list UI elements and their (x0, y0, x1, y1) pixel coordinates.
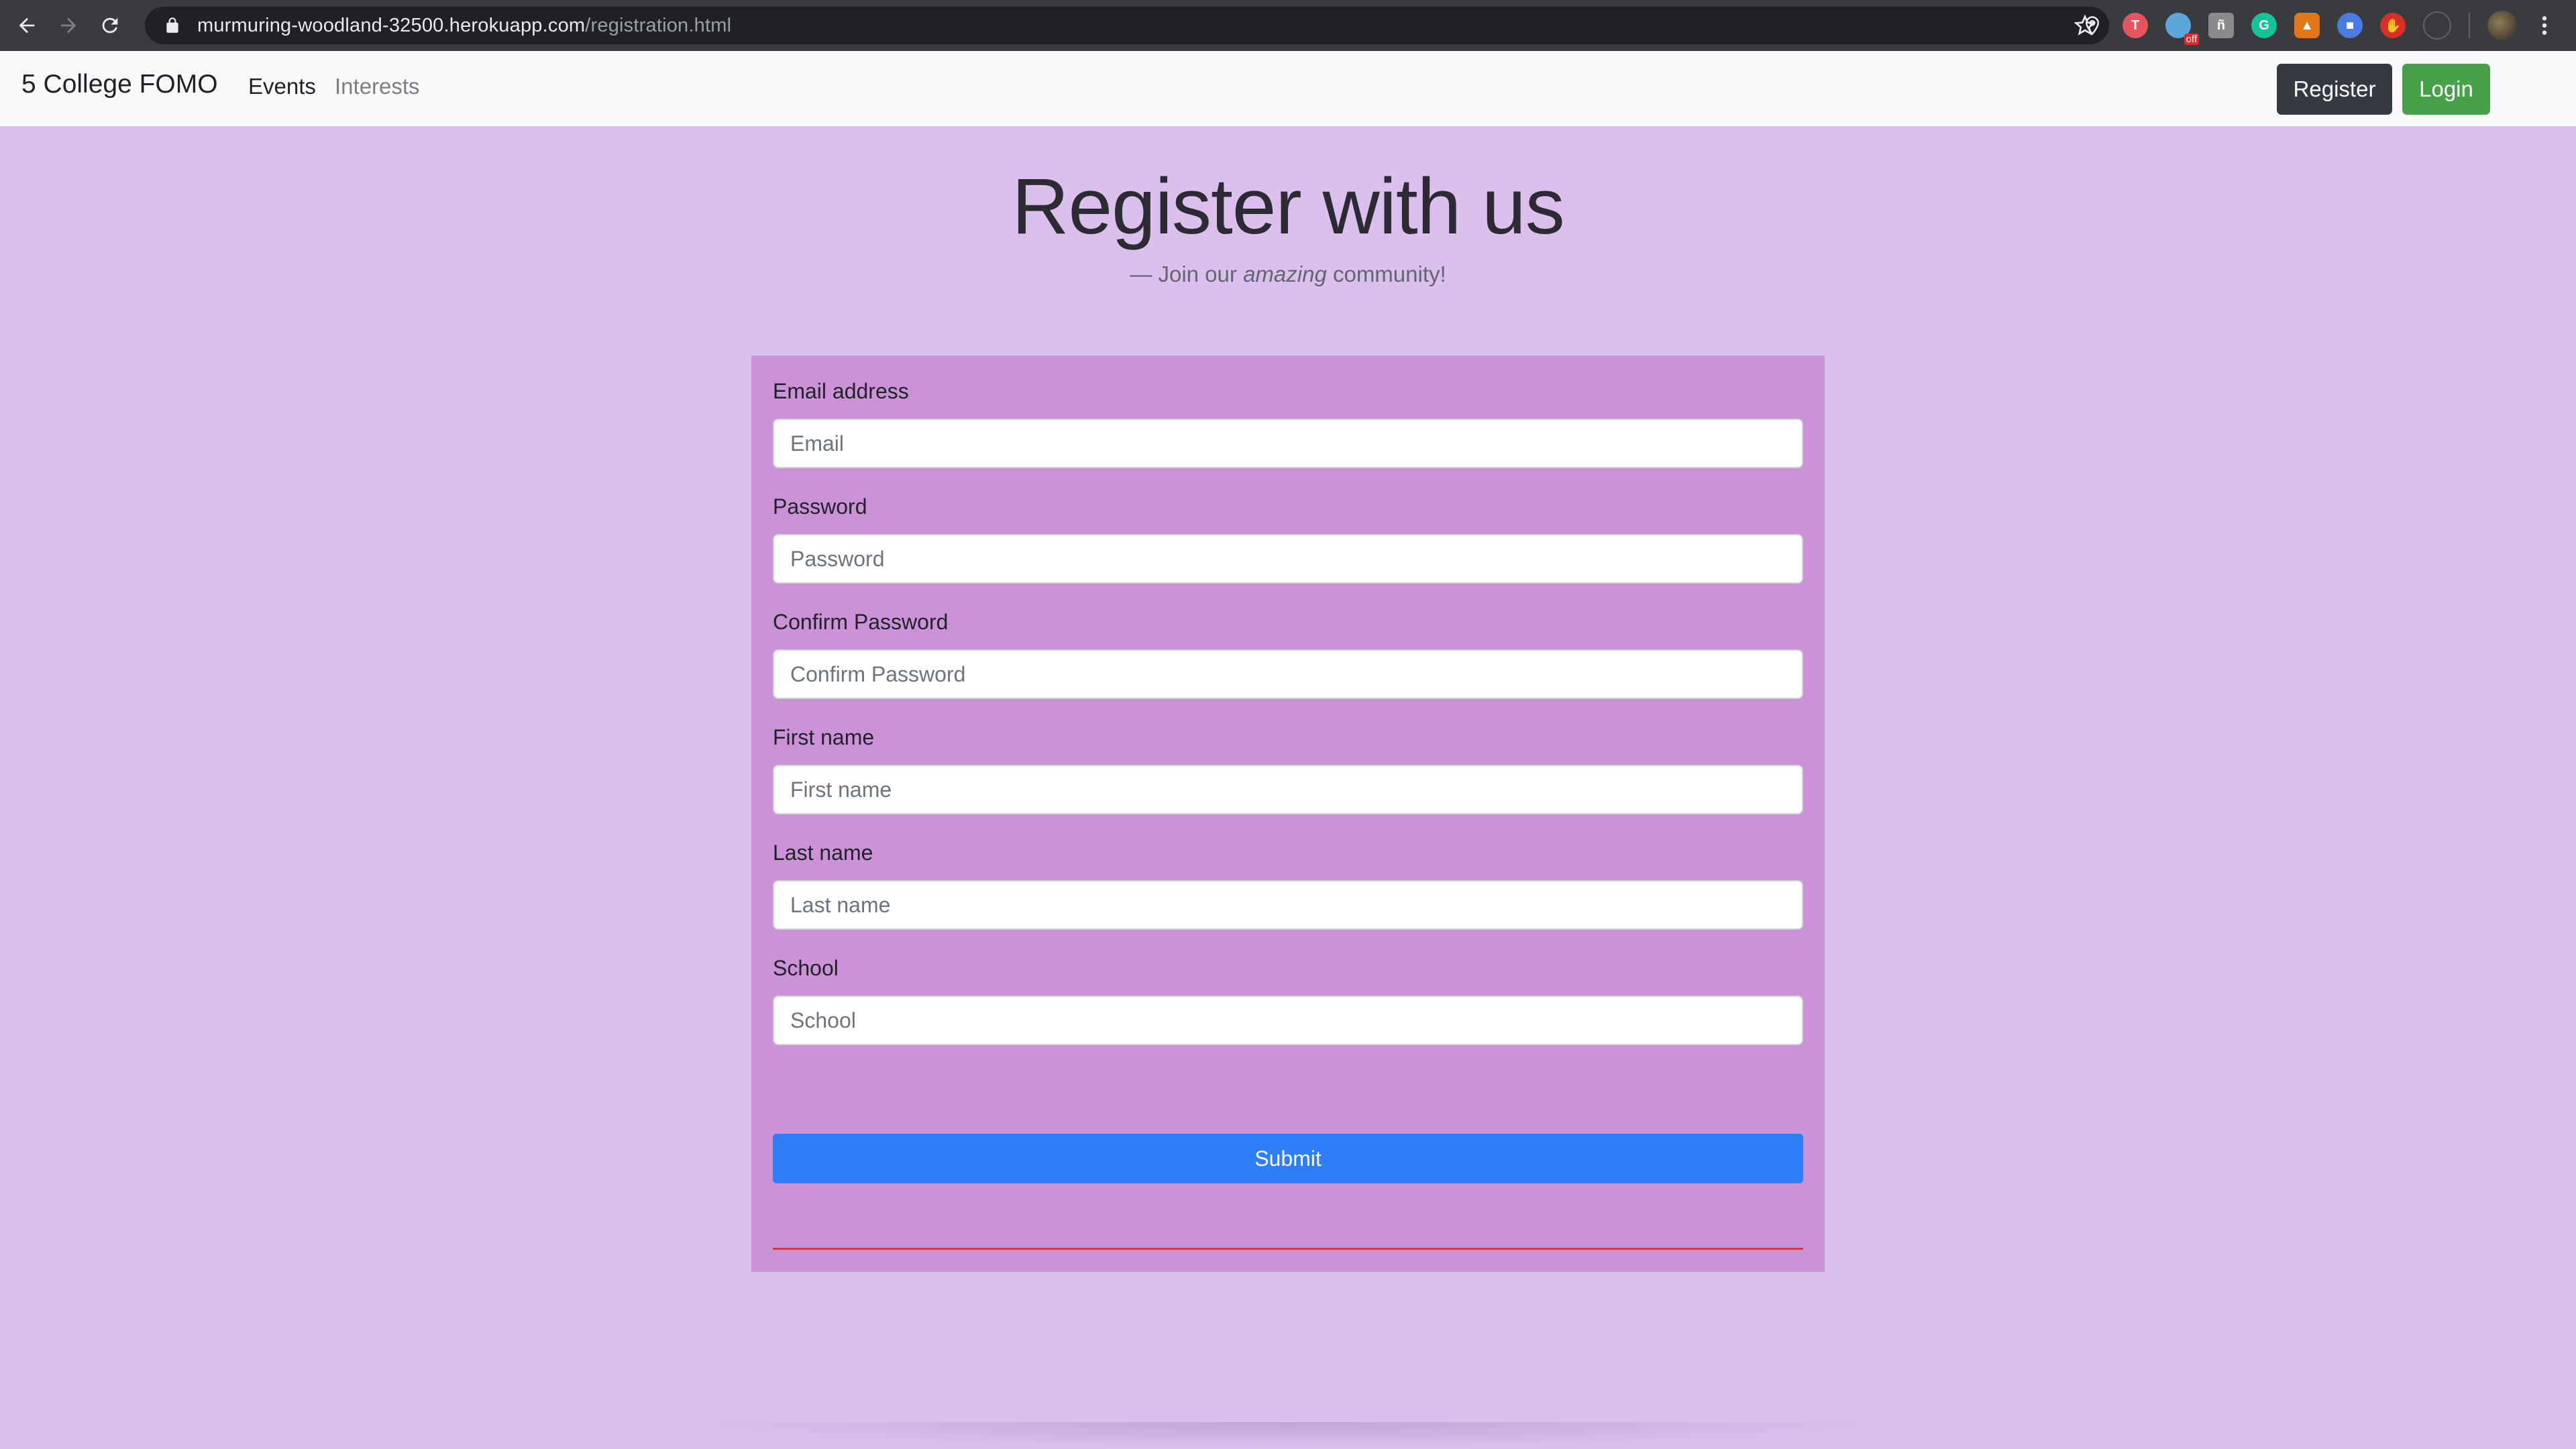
hand-stop-extension-icon[interactable]: ✋ (2380, 13, 2406, 38)
reload-icon (102, 17, 118, 34)
brand-link[interactable]: 5 College FOMO (21, 70, 218, 99)
extensions-area: T off ñ G ▲ ■ ✋ (2080, 0, 2555, 51)
subtitle-suffix: community! (1326, 262, 1446, 286)
location-pin-extension-icon[interactable] (2080, 13, 2105, 38)
registration-form: Email address Password Confirm Password … (751, 356, 1825, 1272)
last-name-label: Last name (773, 841, 873, 865)
school-label: School (773, 956, 839, 980)
password-label: Password (773, 494, 867, 519)
password-field[interactable] (773, 534, 1803, 584)
forward-arrow-icon (60, 17, 76, 34)
first-name-label: First name (773, 725, 875, 749)
login-button[interactable]: Login (2402, 64, 2490, 115)
url-text: murmuring-woodland-32500.herokuapp.com/r… (197, 15, 731, 37)
bottom-shadow (644, 1422, 1932, 1449)
email-field[interactable] (773, 419, 1803, 468)
cloud-extension-icon[interactable]: off (2165, 13, 2199, 45)
browser-toolbar: murmuring-woodland-32500.herokuapp.com/r… (0, 0, 2576, 51)
extension-off-badge: off (2184, 34, 2199, 45)
site-navbar: 5 College FOMO Events Interests Register… (0, 51, 2576, 126)
reader-extension-icon[interactable]: ñ (2208, 13, 2234, 38)
toolbar-separator (2469, 13, 2470, 38)
profile-avatar[interactable] (2487, 11, 2517, 40)
grammarly-icon[interactable]: G (2251, 13, 2277, 38)
submit-button[interactable]: Submit (773, 1134, 1803, 1183)
url-host: murmuring-woodland-32500.herokuapp.com (197, 14, 586, 36)
browser-menu-icon[interactable] (2534, 12, 2555, 39)
subtitle-emphasis: amazing (1243, 262, 1327, 286)
nav-link-events[interactable]: Events (248, 74, 316, 99)
first-name-field[interactable] (773, 765, 1803, 814)
reload-button[interactable] (93, 8, 127, 43)
confirm-password-field[interactable] (773, 649, 1803, 699)
subtitle-prefix: — Join our (1130, 262, 1244, 286)
confirm-password-label: Confirm Password (773, 610, 949, 634)
forward-button[interactable] (51, 8, 86, 43)
t-extension-icon[interactable]: T (2123, 13, 2148, 38)
metamask-fox-icon[interactable]: ▲ (2294, 13, 2320, 38)
password-manager-icon[interactable]: ■ (2337, 13, 2363, 38)
back-button[interactable] (9, 8, 44, 43)
school-field[interactable] (773, 996, 1803, 1045)
page-subtitle: — Join our amazing community! (0, 262, 2576, 287)
form-divider (773, 1248, 1803, 1250)
address-bar[interactable]: murmuring-woodland-32500.herokuapp.com/r… (145, 7, 2109, 44)
circle-extension-icon[interactable] (2423, 11, 2451, 40)
nav-link-interests[interactable]: Interests (335, 74, 420, 99)
back-arrow-icon (19, 17, 35, 34)
register-button[interactable]: Register (2277, 64, 2392, 115)
lock-icon (166, 17, 178, 33)
last-name-field[interactable] (773, 880, 1803, 930)
page-title: Register with us (1012, 162, 1564, 251)
email-label: Email address (773, 379, 909, 403)
url-path: /registration.html (585, 14, 732, 36)
